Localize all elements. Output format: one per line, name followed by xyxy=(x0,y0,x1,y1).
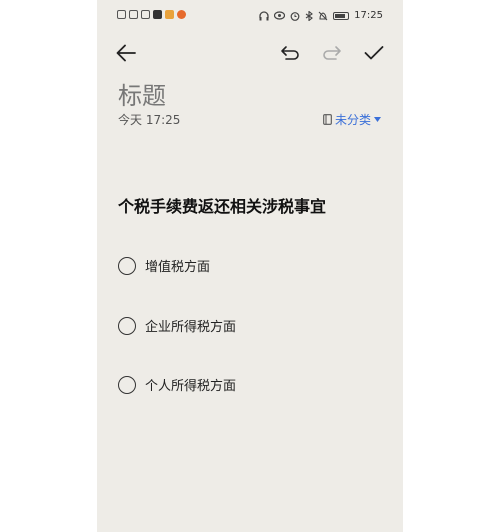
checklist-item-label: 增值税方面 xyxy=(145,260,211,275)
hd-icon xyxy=(117,10,126,19)
checkbox-circle[interactable] xyxy=(118,375,136,394)
penguin-icon xyxy=(153,10,162,19)
sim-icon xyxy=(141,10,150,19)
checkbox-circle[interactable] xyxy=(118,316,136,335)
headphones-icon xyxy=(259,10,269,20)
checklist-item[interactable]: 个人所得税方面 xyxy=(118,375,236,394)
mute-icon xyxy=(318,11,328,20)
back-button[interactable] xyxy=(111,38,141,68)
alarm-icon xyxy=(290,11,300,21)
note-editor-screen: 17:25 标题 今天 17:25 未分类 个税手续费返还相关涉税事宜 增值税方… xyxy=(97,0,403,532)
checklist-item[interactable]: 增值税方面 xyxy=(118,256,210,275)
redo-button[interactable] xyxy=(317,38,347,68)
checklist-item-label: 企业所得税方面 xyxy=(145,320,237,335)
undo-icon xyxy=(281,46,299,60)
caret-down-icon xyxy=(374,117,381,122)
category-selector[interactable]: 未分类 xyxy=(323,111,381,128)
notification-icon xyxy=(177,10,186,19)
confirm-button[interactable] xyxy=(359,38,389,68)
battery-icon xyxy=(333,11,350,20)
note-heading[interactable]: 个税手续费返还相关涉税事宜 xyxy=(118,193,326,217)
note-title[interactable]: 标题 xyxy=(118,76,166,111)
checkbox-circle[interactable] xyxy=(118,256,136,275)
status-left xyxy=(117,10,186,19)
checklist-item[interactable]: 企业所得税方面 xyxy=(118,316,236,335)
category-label: 未分类 xyxy=(334,113,371,127)
checklist-item-label: 个人所得税方面 xyxy=(145,379,237,394)
status-right: 17:25 xyxy=(259,10,383,21)
status-time: 17:25 xyxy=(354,10,383,21)
check-icon xyxy=(364,46,384,60)
notebook-icon xyxy=(323,114,332,125)
eye-icon xyxy=(274,11,286,20)
redo-icon xyxy=(323,46,341,60)
editor-toolbar xyxy=(97,38,403,68)
status-bar: 17:25 xyxy=(97,0,403,30)
signal-icon xyxy=(129,10,138,19)
note-date: 今天 17:25 xyxy=(118,113,181,127)
bluetooth-icon xyxy=(305,10,314,21)
arrow-left-icon xyxy=(116,44,136,62)
photo-app-icon xyxy=(165,10,174,19)
undo-button[interactable] xyxy=(275,38,305,68)
